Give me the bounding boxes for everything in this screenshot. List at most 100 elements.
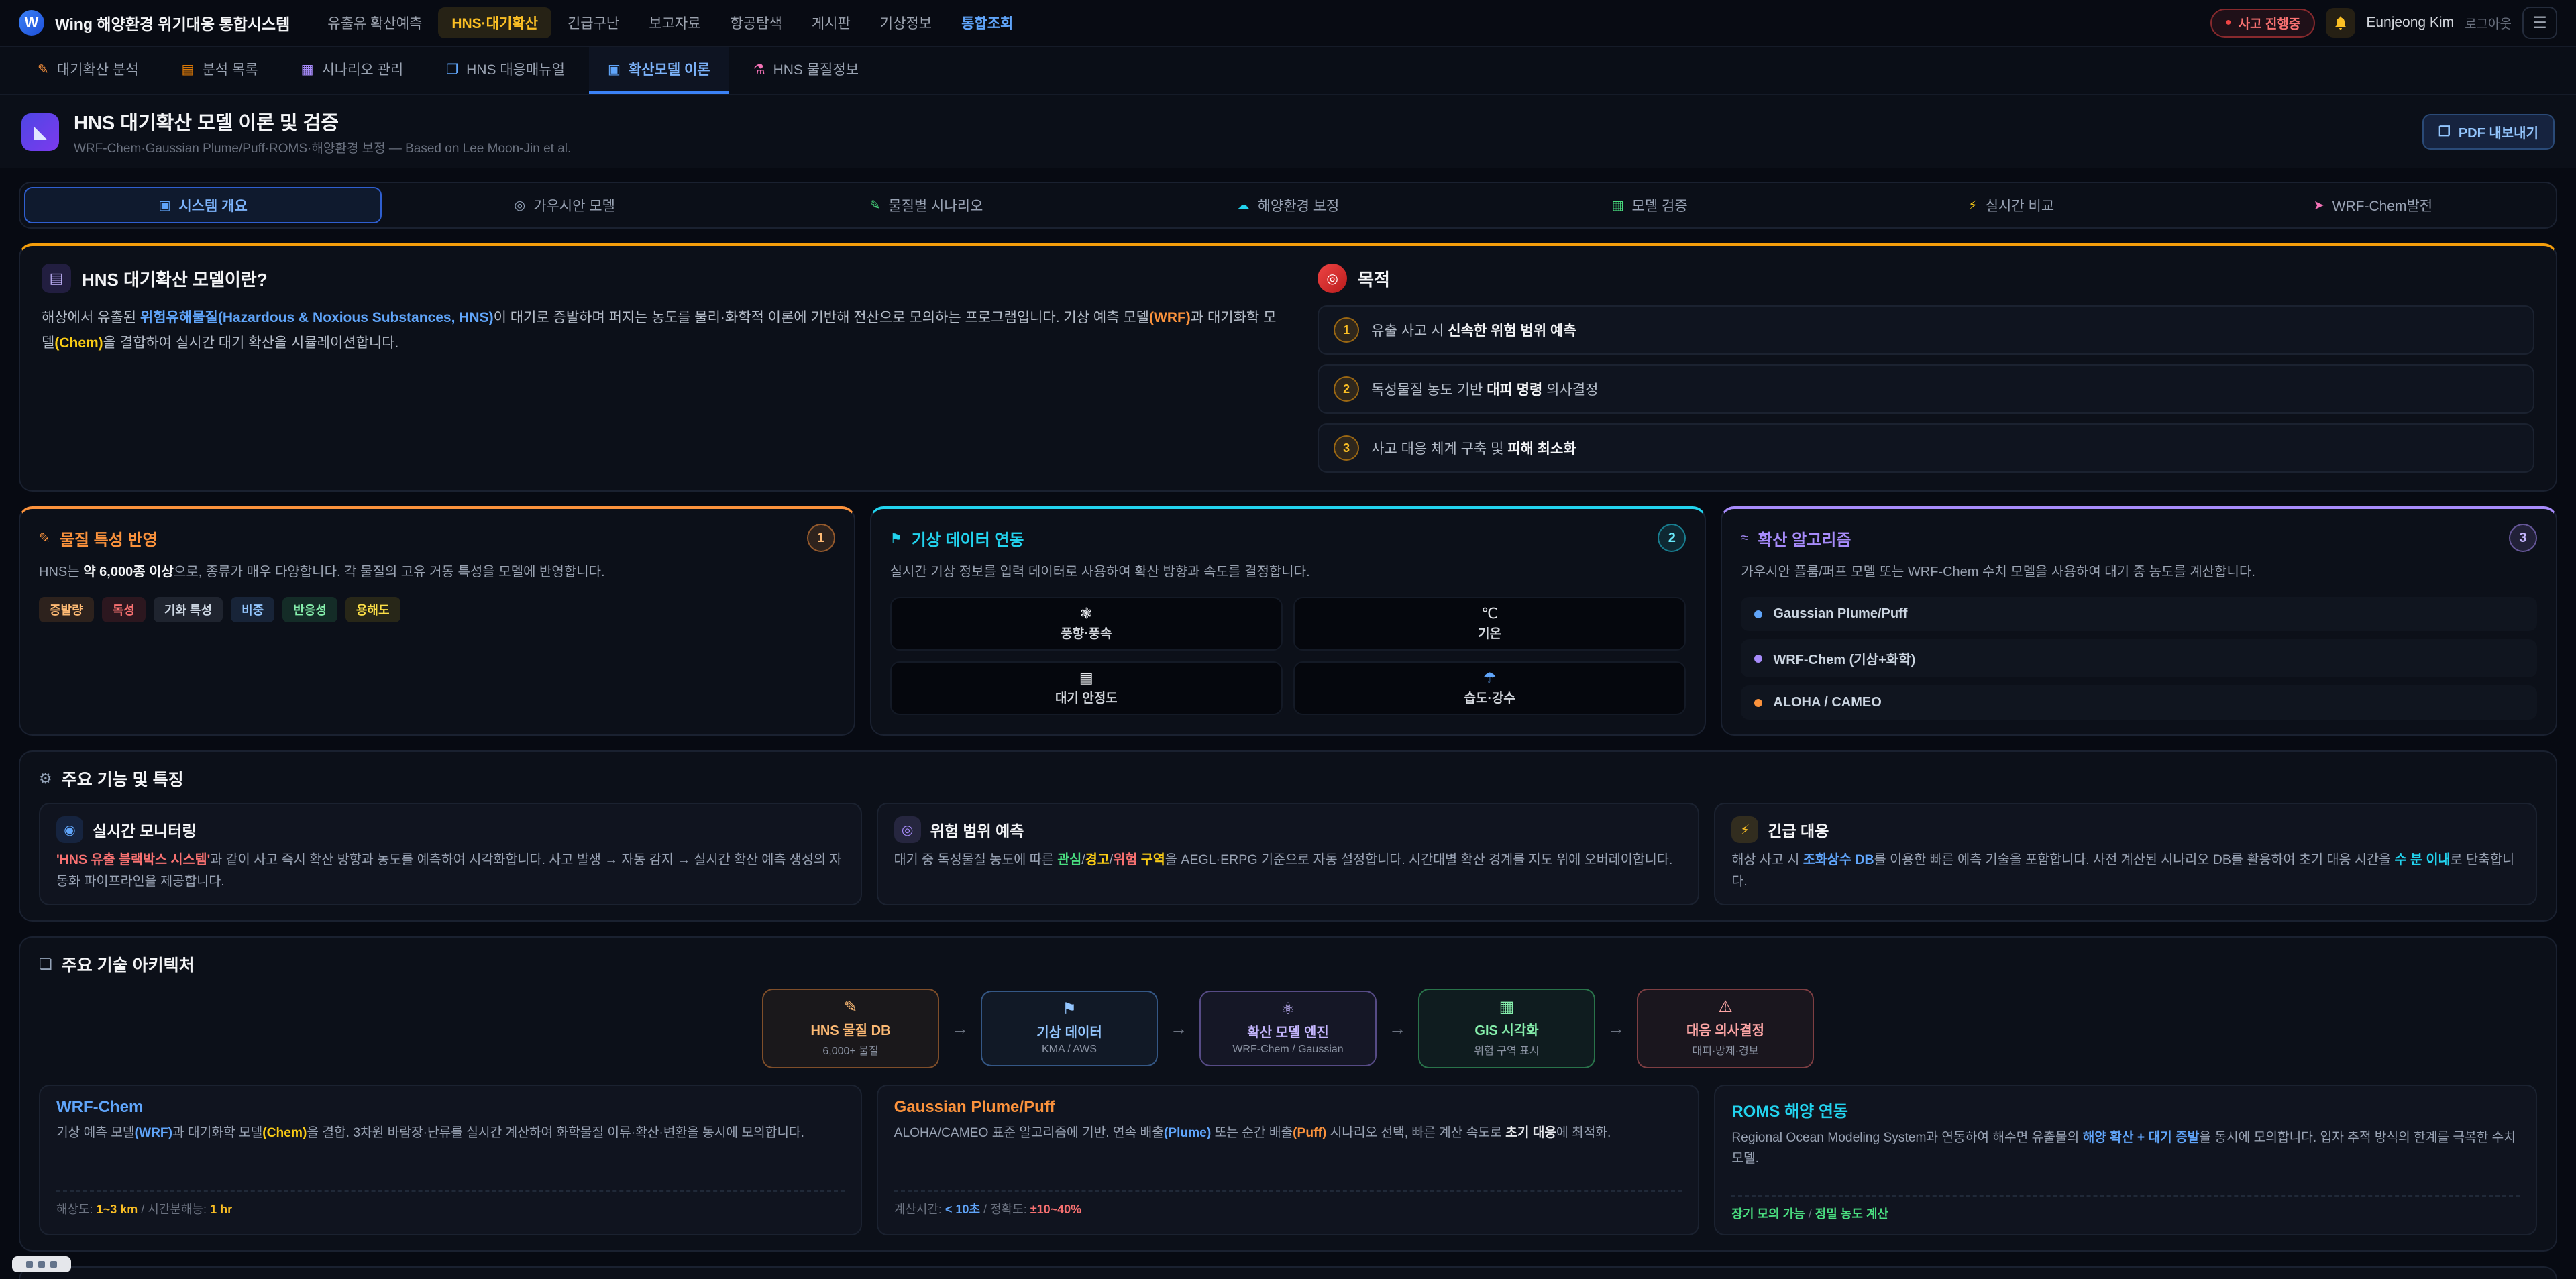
tab-label: WRF-Chem발전 xyxy=(2332,195,2432,215)
key-features-panel: ⚙ 주요 기능 및 특징 ◉ 실시간 모니터링 'HNS 유출 블랙박스 시스템… xyxy=(19,750,2557,922)
tab-marine-correction[interactable]: ☁ 해양환경 보정 xyxy=(1109,187,1466,223)
wing-strategy-panel: ⊞ WING 시스템 적용 전략 현재 구현 ✎ HNS DB 연동 CHRIS… xyxy=(19,1266,2557,1279)
tab-wrf-chem-evolution[interactable]: ➤ WRF-Chem발전 xyxy=(2194,187,2552,223)
app-logo-icon: W xyxy=(19,10,44,36)
tab-gaussian-model[interactable]: ◎ 가우시안 모델 xyxy=(386,187,743,223)
user-name[interactable]: Eunjeong Kim xyxy=(2366,15,2454,31)
tab-label: 해양환경 보정 xyxy=(1258,195,1340,215)
menu-item-aerial-search[interactable]: 항공탐색 xyxy=(717,7,796,38)
temperature-label: 기온 xyxy=(1478,624,1501,642)
feature-text: 해상 사고 시 조화상수 DB를 이용한 빠른 예측 기술을 포함합니다. 사전… xyxy=(1731,850,2520,892)
layers-icon: ▤ xyxy=(1079,671,1093,685)
tab-label: 가우시안 모델 xyxy=(533,195,615,215)
tag-evaporation: 증발량 xyxy=(39,597,94,622)
step-number-badge: 3 xyxy=(2509,524,2537,552)
card-body-text: HNS는 약 6,000종 이상으로, 종류가 매우 다양합니다. 각 물질의 … xyxy=(39,561,835,583)
flag-icon: ⚑ xyxy=(990,1001,1148,1017)
material-properties-card: ✎ 물질 특성 반영 1 HNS는 약 6,000종 이상으로, 종류가 매우 … xyxy=(19,506,855,736)
alert-icon: ⚠ xyxy=(1646,999,1805,1015)
overview-icon: ▣ xyxy=(158,198,170,213)
menu-item-reports[interactable]: 보고자료 xyxy=(635,7,714,38)
architecture-flow: ✎ HNS 물질 DB 6,000+ 물질 → ⚑ 기상 데이터 KMA / A… xyxy=(39,989,2537,1068)
architecture-panel: ❏ 주요 기술 아키텍처 ✎ HNS 물질 DB 6,000+ 물질 → ⚑ 기… xyxy=(19,936,2557,1252)
list-item-wrf-chem: WRF-Chem (기상+화학) xyxy=(1741,639,2537,677)
menu-item-emergency-rescue[interactable]: 긴급구난 xyxy=(554,7,633,38)
model-roms: ROMS 해양 연동 Regional Ocean Modeling Syste… xyxy=(1714,1085,2537,1235)
menu-item-hns-atmospheric-diffusion[interactable]: HNS·대기확산 xyxy=(438,7,551,38)
pdf-export-button[interactable]: ❐ PDF 내보내기 xyxy=(2422,114,2555,150)
tab-substance-scenarios[interactable]: ✎ 물질별 시나리오 xyxy=(747,187,1105,223)
model-specs: 장기 모의 가능 / 정밀 농도 계산 xyxy=(1731,1195,2520,1222)
purpose-title: 목적 xyxy=(1358,266,1390,291)
tag-reactivity: 반응성 xyxy=(282,597,337,622)
incident-dot-icon: ● xyxy=(2225,17,2232,28)
flow-node-hns-db: ✎ HNS 물질 DB 6,000+ 물질 xyxy=(762,989,939,1068)
algorithm-list: Gaussian Plume/Puff WRF-Chem (기상+화학) ALO… xyxy=(1741,597,2537,720)
chart-icon: ▣ xyxy=(608,61,621,78)
tab-diffusion-model-theory[interactable]: ▣ 확산모델 이론 xyxy=(589,47,729,94)
bottom-left-widget[interactable] xyxy=(12,1256,71,1272)
app-title-text: 해양환경 위기대응 통합시스템 xyxy=(97,15,290,33)
tab-realtime-comparison[interactable]: ⚡ 실시간 비교 xyxy=(1833,187,2190,223)
features-panel-title: 주요 기능 및 특징 xyxy=(62,767,184,791)
card-title: 확산 알고리즘 xyxy=(1758,526,1851,550)
tab-label: 물질별 시나리오 xyxy=(888,195,983,215)
gear-icon: ⚙ xyxy=(39,770,52,787)
intro-panel: ▤ HNS 대기확산 모델이란? 해상에서 유출된 위험유해물질(Hazardo… xyxy=(19,243,2557,492)
list-item-aloha-cameo: ALOHA / CAMEO xyxy=(1741,685,2537,720)
bullet-icon xyxy=(1754,699,1762,707)
stability-box: ▤ 대기 안정도 xyxy=(890,661,1283,715)
card-title: 기상 데이터 연동 xyxy=(912,526,1024,550)
tab-atmospheric-diffusion-analysis[interactable]: ✎ 대기확산 분석 xyxy=(19,47,158,94)
map-grid-icon: ▦ xyxy=(1428,999,1586,1015)
tab-hns-substance-info[interactable]: ⚗ HNS 물질정보 xyxy=(735,47,877,94)
tab-label: 실시간 비교 xyxy=(1986,195,2054,215)
model-specs: 계산시간: < 10초 / 정확도: ±10~40% xyxy=(894,1190,1682,1217)
page-header: ◣ HNS 대기확산 모델 이론 및 검증 WRF-Chem·Gaussian … xyxy=(0,95,2576,168)
model-theory-badge-icon: ◣ xyxy=(21,113,59,151)
feature-title: 긴급 대응 xyxy=(1768,818,1829,841)
page-subtitle: WRF-Chem·Gaussian Plume/Puff·ROMS·해양환경 보… xyxy=(74,138,571,156)
satellite-icon: ◉ xyxy=(56,816,83,843)
document-icon: ❐ xyxy=(2438,123,2451,140)
app-title: Wing 해양환경 위기대응 통합시스템 xyxy=(55,11,290,34)
target-icon: ◎ xyxy=(894,816,921,843)
notification-bell-icon[interactable] xyxy=(2326,8,2355,38)
flow-node-gis-visualization: ▦ GIS 시각화 위험 구역 표시 xyxy=(1418,989,1595,1068)
feature-realtime-monitoring: ◉ 실시간 모니터링 'HNS 유출 블랙박스 시스템'과 같이 사고 즉시 확… xyxy=(39,803,862,905)
purpose-section: ◎ 목적 1 유출 사고 시 신속한 위험 범위 예측 2 독성물질 농도 기반… xyxy=(1318,264,2534,473)
tab-label: HNS 물질정보 xyxy=(773,59,859,79)
tab-analysis-list[interactable]: ▤ 분석 목록 xyxy=(163,47,277,94)
brand-name: Wing xyxy=(55,15,97,33)
menu-item-integrated-search[interactable]: 통합조회 xyxy=(948,7,1026,38)
section-tab-bar: ▣ 시스템 개요 ◎ 가우시안 모델 ✎ 물질별 시나리오 ☁ 해양환경 보정 … xyxy=(19,182,2557,229)
tab-label: HNS 대응매뉴얼 xyxy=(466,59,565,79)
menu-item-oil-spill-prediction[interactable]: 유출유 확산예측 xyxy=(314,7,435,38)
main-content: ▤ HNS 대기확산 모델이란? 해상에서 유출된 위험유해물질(Hazardo… xyxy=(0,229,2576,1279)
cloud-icon: ☁ xyxy=(1237,198,1250,213)
model-description: 기상 예측 모델(WRF)과 대기화학 모델(Chem)을 결합. 3차원 바람… xyxy=(56,1123,845,1182)
card-body-text: 실시간 기상 정보를 입력 데이터로 사용하여 확산 방향과 속도를 결정합니다… xyxy=(890,561,1686,583)
weather-input-grid: ❃ 풍향·풍속 ℃ 기온 ▤ 대기 안정도 ☂ 습도·강수 xyxy=(890,597,1686,715)
feature-text: 'HNS 유출 블랙박스 시스템'과 같이 사고 즉시 확산 방향과 농도를 예… xyxy=(56,850,845,892)
tab-model-validation[interactable]: ▦ 모델 검증 xyxy=(1471,187,1829,223)
model-wrf-chem: WRF-Chem 기상 예측 모델(WRF)과 대기화학 모델(Chem)을 결… xyxy=(39,1085,862,1235)
algorithm-label: Gaussian Plume/Puff xyxy=(1773,606,1907,622)
tab-scenario-management[interactable]: ▦ 시나리오 관리 xyxy=(282,47,423,94)
hamburger-menu-icon[interactable]: ☰ xyxy=(2522,7,2557,39)
number-badge: 1 xyxy=(1334,317,1359,343)
step-number-badge: 2 xyxy=(1658,524,1686,552)
humidity-label: 습도·강수 xyxy=(1464,688,1515,706)
tab-system-overview[interactable]: ▣ 시스템 개요 xyxy=(24,187,382,223)
menu-item-weather-info[interactable]: 기상정보 xyxy=(867,7,945,38)
model-description: Regional Ocean Modeling System과 연동하여 해수면… xyxy=(1731,1128,2520,1187)
menu-item-board[interactable]: 게시판 xyxy=(798,7,864,38)
tab-hns-response-manual[interactable]: ❐ HNS 대응매뉴얼 xyxy=(427,47,584,94)
incident-status-badge[interactable]: ● 사고 진행중 xyxy=(2210,9,2315,38)
arrow-icon: → xyxy=(1170,1018,1187,1039)
tab-label: 모델 검증 xyxy=(1632,195,1688,215)
logout-button[interactable]: 로그아웃 xyxy=(2465,14,2512,32)
list-icon: ▤ xyxy=(182,61,195,78)
humidity-box: ☂ 습도·강수 xyxy=(1293,661,1686,715)
book-icon: ❐ xyxy=(446,61,458,78)
